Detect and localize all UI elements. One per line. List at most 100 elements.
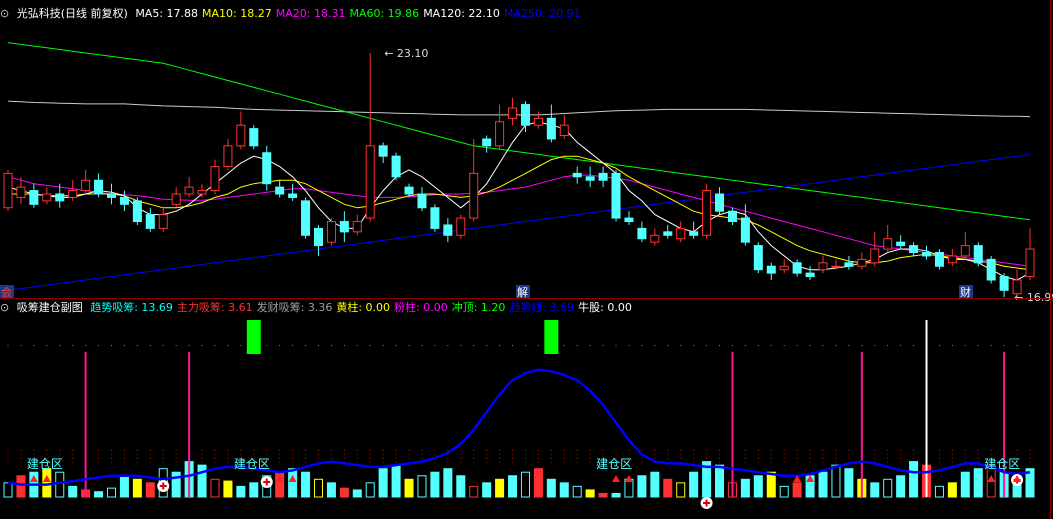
sub-bar-5 bbox=[68, 485, 78, 498]
candle-body-66 bbox=[857, 258, 867, 267]
candle-body-60 bbox=[779, 265, 789, 271]
candle-body-61 bbox=[792, 262, 802, 274]
sub-bar-52 bbox=[676, 482, 686, 498]
sub-bar-19 bbox=[249, 482, 259, 498]
ma-legend-items: MA5: 17.88 MA10: 18.27 MA20: 18.31 MA60: 19… bbox=[135, 7, 584, 20]
candle-body-65 bbox=[844, 262, 854, 267]
high-price-label: ← 23.10 bbox=[384, 47, 428, 60]
candle-body-3 bbox=[42, 193, 52, 202]
candle-body-35 bbox=[456, 217, 466, 236]
sub-bar-55 bbox=[715, 464, 725, 498]
sub-bar-65 bbox=[844, 468, 854, 498]
sub-bar-68 bbox=[883, 478, 893, 498]
candle-body-77 bbox=[999, 276, 1009, 291]
indicator-legend-item-7: 牛股: 0.00 bbox=[578, 301, 632, 314]
indicator-legend-item-6: 趋势线: 3.69 bbox=[509, 301, 575, 314]
ma-legend-item-2: MA20: 18.31 bbox=[275, 7, 346, 20]
candle-body-26 bbox=[339, 221, 349, 233]
sub-bar-27 bbox=[352, 489, 362, 498]
main-price-chart[interactable]: ← 23.10← 16.99会解财建仓区建仓区建仓区建仓区 bbox=[0, 0, 1053, 519]
candle-body-40 bbox=[520, 104, 530, 126]
sub-bar-58 bbox=[753, 475, 763, 498]
sub-bar-23 bbox=[301, 471, 311, 498]
sub-bar-57 bbox=[740, 478, 750, 498]
candle-body-2 bbox=[29, 190, 39, 205]
sub-bar-44 bbox=[572, 485, 582, 498]
sub-bar-75 bbox=[973, 468, 983, 498]
indicator-legend-item-2: 发财吸筹: 3.36 bbox=[256, 301, 333, 314]
sub-bar-28 bbox=[365, 482, 375, 498]
sub-bar-35 bbox=[456, 475, 466, 498]
candle-body-22 bbox=[288, 193, 298, 198]
sub-bar-51 bbox=[663, 478, 673, 498]
candle-body-37 bbox=[482, 138, 492, 147]
ma-legend-item-3: MA60: 19.86 bbox=[349, 7, 420, 20]
candle-body-52 bbox=[676, 227, 686, 240]
zone-label-0: 建仓区 bbox=[27, 457, 63, 471]
candle-body-68 bbox=[883, 238, 893, 250]
zone-label-1: 建仓区 bbox=[234, 457, 270, 471]
candle-body-54 bbox=[702, 190, 712, 236]
sub-bar-0 bbox=[3, 482, 13, 498]
indicator-legend-item-1: 主力吸筹: 3.61 bbox=[176, 301, 253, 314]
sub-bar-63 bbox=[818, 471, 828, 498]
stock-name[interactable]: 光弘科技(日线 前复权) bbox=[17, 7, 128, 20]
sub-bar-18 bbox=[236, 485, 246, 498]
sub-bar-47 bbox=[611, 492, 621, 498]
candle-body-17 bbox=[223, 145, 233, 167]
candle-body-53 bbox=[689, 231, 699, 236]
candle-body-48 bbox=[624, 217, 634, 223]
sub-bar-50 bbox=[650, 471, 660, 498]
sub-bar-30 bbox=[391, 464, 401, 498]
ma-legend-item-0: MA5: 17.88 bbox=[135, 7, 199, 20]
candle-body-6 bbox=[81, 179, 91, 192]
candle-body-12 bbox=[158, 214, 168, 229]
ma-legend-item-5: MA250: 20.91 bbox=[503, 7, 581, 20]
indicator-legend-item-3: 黄柱: 0.00 bbox=[336, 301, 391, 314]
ma60-line bbox=[7, 42, 1031, 221]
candle-body-59 bbox=[766, 265, 776, 274]
candle-body-5 bbox=[68, 190, 78, 198]
candle-body-67 bbox=[870, 248, 880, 264]
candle-body-10 bbox=[132, 200, 142, 223]
sub-bar-42 bbox=[546, 478, 556, 498]
sub-bar-17 bbox=[223, 480, 233, 498]
up-arrow-5 bbox=[624, 475, 633, 482]
green-block-1 bbox=[544, 320, 559, 354]
candle-body-0 bbox=[3, 172, 13, 209]
candle-body-55 bbox=[715, 193, 725, 212]
sub-bar-16 bbox=[210, 478, 220, 498]
trend-line bbox=[7, 368, 1031, 486]
candle-body-43 bbox=[559, 124, 569, 137]
sub-bar-60 bbox=[779, 485, 789, 498]
candle-body-13 bbox=[171, 193, 181, 205]
indicator-name[interactable]: 吸筹建仓副图 bbox=[17, 301, 83, 314]
sub-bar-70 bbox=[909, 461, 919, 498]
candle-body-30 bbox=[391, 155, 401, 178]
sub-bar-59 bbox=[766, 471, 776, 498]
candle-body-79 bbox=[1025, 248, 1035, 278]
sub-bar-15 bbox=[197, 464, 207, 498]
sub-bar-24 bbox=[313, 478, 323, 498]
sub-collapse-icon[interactable]: ⊙ bbox=[0, 301, 9, 314]
tag-mid: 解 bbox=[517, 285, 528, 299]
candle-body-51 bbox=[663, 231, 673, 236]
candle-body-15 bbox=[197, 190, 207, 195]
candle-body-31 bbox=[404, 186, 414, 195]
zone-label-3: 建仓区 bbox=[984, 457, 1020, 471]
candle-body-25 bbox=[326, 221, 336, 243]
candle-body-9 bbox=[119, 196, 129, 205]
sub-legend: ⊙ 吸筹建仓副图 趋势吸筹: 13.69 主力吸筹: 3.61 发财吸筹: 3.36… bbox=[0, 300, 640, 316]
sub-bar-37 bbox=[482, 482, 492, 498]
sub-bar-26 bbox=[339, 487, 349, 498]
sub-bar-32 bbox=[417, 475, 427, 498]
candle-body-42 bbox=[546, 117, 556, 140]
candle-body-50 bbox=[650, 234, 660, 243]
sub-bar-11 bbox=[145, 482, 155, 498]
candle-body-34 bbox=[443, 224, 453, 236]
zone-label-2: 建仓区 bbox=[596, 457, 632, 471]
sub-bar-67 bbox=[870, 482, 880, 498]
collapse-icon[interactable]: ⊙ bbox=[0, 7, 9, 20]
sub-bar-22 bbox=[288, 468, 298, 498]
candle-body-38 bbox=[495, 121, 505, 147]
